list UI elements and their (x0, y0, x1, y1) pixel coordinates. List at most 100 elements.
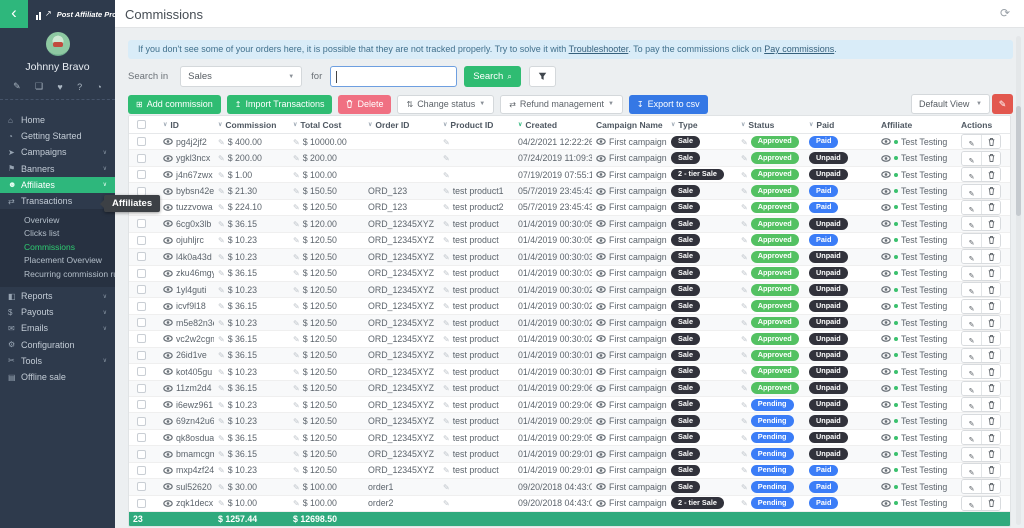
edit-icon[interactable] (293, 400, 300, 410)
search-button[interactable]: Search ⌕ (464, 66, 521, 87)
edit-row-button[interactable] (962, 135, 981, 148)
edit-row-button[interactable] (962, 448, 981, 461)
edit-icon[interactable] (443, 350, 450, 360)
edit-icon[interactable] (741, 219, 748, 229)
eye-icon[interactable] (881, 253, 891, 260)
eye-icon[interactable] (163, 138, 173, 145)
eye-icon[interactable] (596, 451, 606, 458)
sort-icon[interactable]: ∨ (518, 121, 522, 128)
edit-icon[interactable] (443, 268, 450, 278)
edit-icon[interactable] (741, 482, 748, 492)
sort-icon[interactable]: ∨ (293, 121, 297, 128)
edit-icon[interactable] (218, 433, 225, 443)
table-row[interactable]: m5e82n3e $ 10.23 $ 120.50 ORD_12345XYZ t… (129, 315, 1010, 331)
column-header-commission[interactable]: ∨ Commission (214, 120, 289, 130)
eye-icon[interactable] (596, 319, 606, 326)
sidebar-item-reports[interactable]: ◧ Reports ∨ (0, 288, 115, 304)
row-checkbox[interactable] (137, 351, 146, 360)
help-icon[interactable]: ? (77, 82, 82, 92)
edit-row-button[interactable] (962, 234, 981, 247)
edit-icon[interactable] (293, 350, 300, 360)
search-input[interactable] (330, 66, 457, 87)
edit-icon[interactable] (218, 318, 225, 328)
refresh-icon[interactable]: ⟳ (1000, 6, 1010, 20)
row-checkbox[interactable] (137, 318, 146, 327)
sidebar-item-payouts[interactable]: $ Payouts ∨ (0, 304, 115, 320)
delete-row-button[interactable] (981, 234, 1000, 247)
sidebar-item-tools[interactable]: ✂ Tools ∨ (0, 353, 115, 369)
edit-icon[interactable] (741, 170, 748, 180)
eye-icon[interactable] (596, 335, 606, 342)
edit-icon[interactable] (443, 235, 450, 245)
edit-icon[interactable] (293, 301, 300, 311)
row-checkbox[interactable] (137, 466, 146, 475)
edit-icon[interactable] (218, 235, 225, 245)
submenu-item-recurring-commission-rules[interactable]: Recurring commission rules (0, 268, 115, 281)
edit-icon[interactable] (741, 153, 748, 163)
delete-row-button[interactable] (981, 201, 1000, 214)
edit-icon[interactable] (293, 383, 300, 393)
row-checkbox[interactable] (137, 384, 146, 393)
delete-row-button[interactable] (981, 431, 1000, 444)
import-transactions-button[interactable]: ↥ Import Transactions (227, 95, 333, 114)
column-header-campaign-name[interactable]: Campaign Name (592, 120, 667, 130)
row-checkbox[interactable] (137, 154, 146, 163)
sidebar-item-campaigns[interactable]: ➤ Campaigns ∨ (0, 144, 115, 160)
view-select[interactable]: Default View ▼ (911, 94, 990, 114)
eye-icon[interactable] (596, 253, 606, 260)
row-checkbox[interactable] (137, 219, 146, 228)
edit-icon[interactable] (741, 202, 748, 212)
edit-icon[interactable] (218, 219, 225, 229)
edit-icon[interactable] (741, 186, 748, 196)
edit-icon[interactable] (443, 153, 450, 163)
eye-icon[interactable] (163, 434, 173, 441)
scrollbar[interactable] (1016, 36, 1021, 525)
edit-icon[interactable] (741, 400, 748, 410)
back-button[interactable]: ‹ (0, 0, 28, 28)
edit-icon[interactable] (443, 465, 450, 475)
sidebar-item-emails[interactable]: ✉ Emails ∨ (0, 320, 115, 336)
table-row[interactable]: vc2w2cgm $ 36.15 $ 120.50 ORD_12345XYZ t… (129, 331, 1010, 347)
row-checkbox[interactable] (137, 417, 146, 426)
eye-icon[interactable] (163, 483, 173, 490)
edit-icon[interactable] (218, 482, 225, 492)
eye-icon[interactable] (163, 253, 173, 260)
edit-icon[interactable] (741, 416, 748, 426)
edit-icon[interactable] (741, 235, 748, 245)
eye-icon[interactable] (596, 237, 606, 244)
column-header-product-id[interactable]: ∨ Product ID (439, 120, 514, 130)
edit-row-button[interactable] (962, 300, 981, 313)
eye-icon[interactable] (596, 220, 606, 227)
eye-icon[interactable] (596, 467, 606, 474)
sort-icon[interactable]: ∨ (809, 121, 813, 128)
eye-icon[interactable] (881, 204, 891, 211)
edit-row-button[interactable] (962, 349, 981, 362)
edit-icon[interactable] (293, 433, 300, 443)
edit-icon[interactable] (218, 301, 225, 311)
edit-icon[interactable] (443, 383, 450, 393)
eye-icon[interactable] (163, 204, 173, 211)
eye-icon[interactable] (163, 352, 173, 359)
edit-row-button[interactable] (962, 185, 981, 198)
edit-row-button[interactable] (962, 217, 981, 230)
edit-icon[interactable] (293, 235, 300, 245)
delete-row-button[interactable] (981, 448, 1000, 461)
table-row[interactable]: i6ewz961 $ 10.23 $ 120.50 ORD_12345XYZ t… (129, 397, 1010, 413)
eye-icon[interactable] (881, 434, 891, 441)
eye-icon[interactable] (881, 467, 891, 474)
sidebar-item-home[interactable]: ⌂ Home (0, 112, 115, 128)
delete-row-button[interactable] (981, 300, 1000, 313)
delete-row-button[interactable] (981, 267, 1000, 280)
column-header-created[interactable]: ∨ Created (514, 120, 592, 130)
delete-button[interactable]: Delete (338, 95, 391, 114)
edit-row-button[interactable] (962, 250, 981, 263)
eye-icon[interactable] (596, 204, 606, 211)
eye-icon[interactable] (881, 220, 891, 227)
eye-icon[interactable] (881, 352, 891, 359)
eye-icon[interactable] (163, 155, 173, 162)
delete-row-button[interactable] (981, 250, 1000, 263)
eye-icon[interactable] (881, 286, 891, 293)
edit-icon[interactable] (741, 433, 748, 443)
edit-icon[interactable] (218, 367, 225, 377)
edit-icon[interactable] (218, 498, 225, 508)
